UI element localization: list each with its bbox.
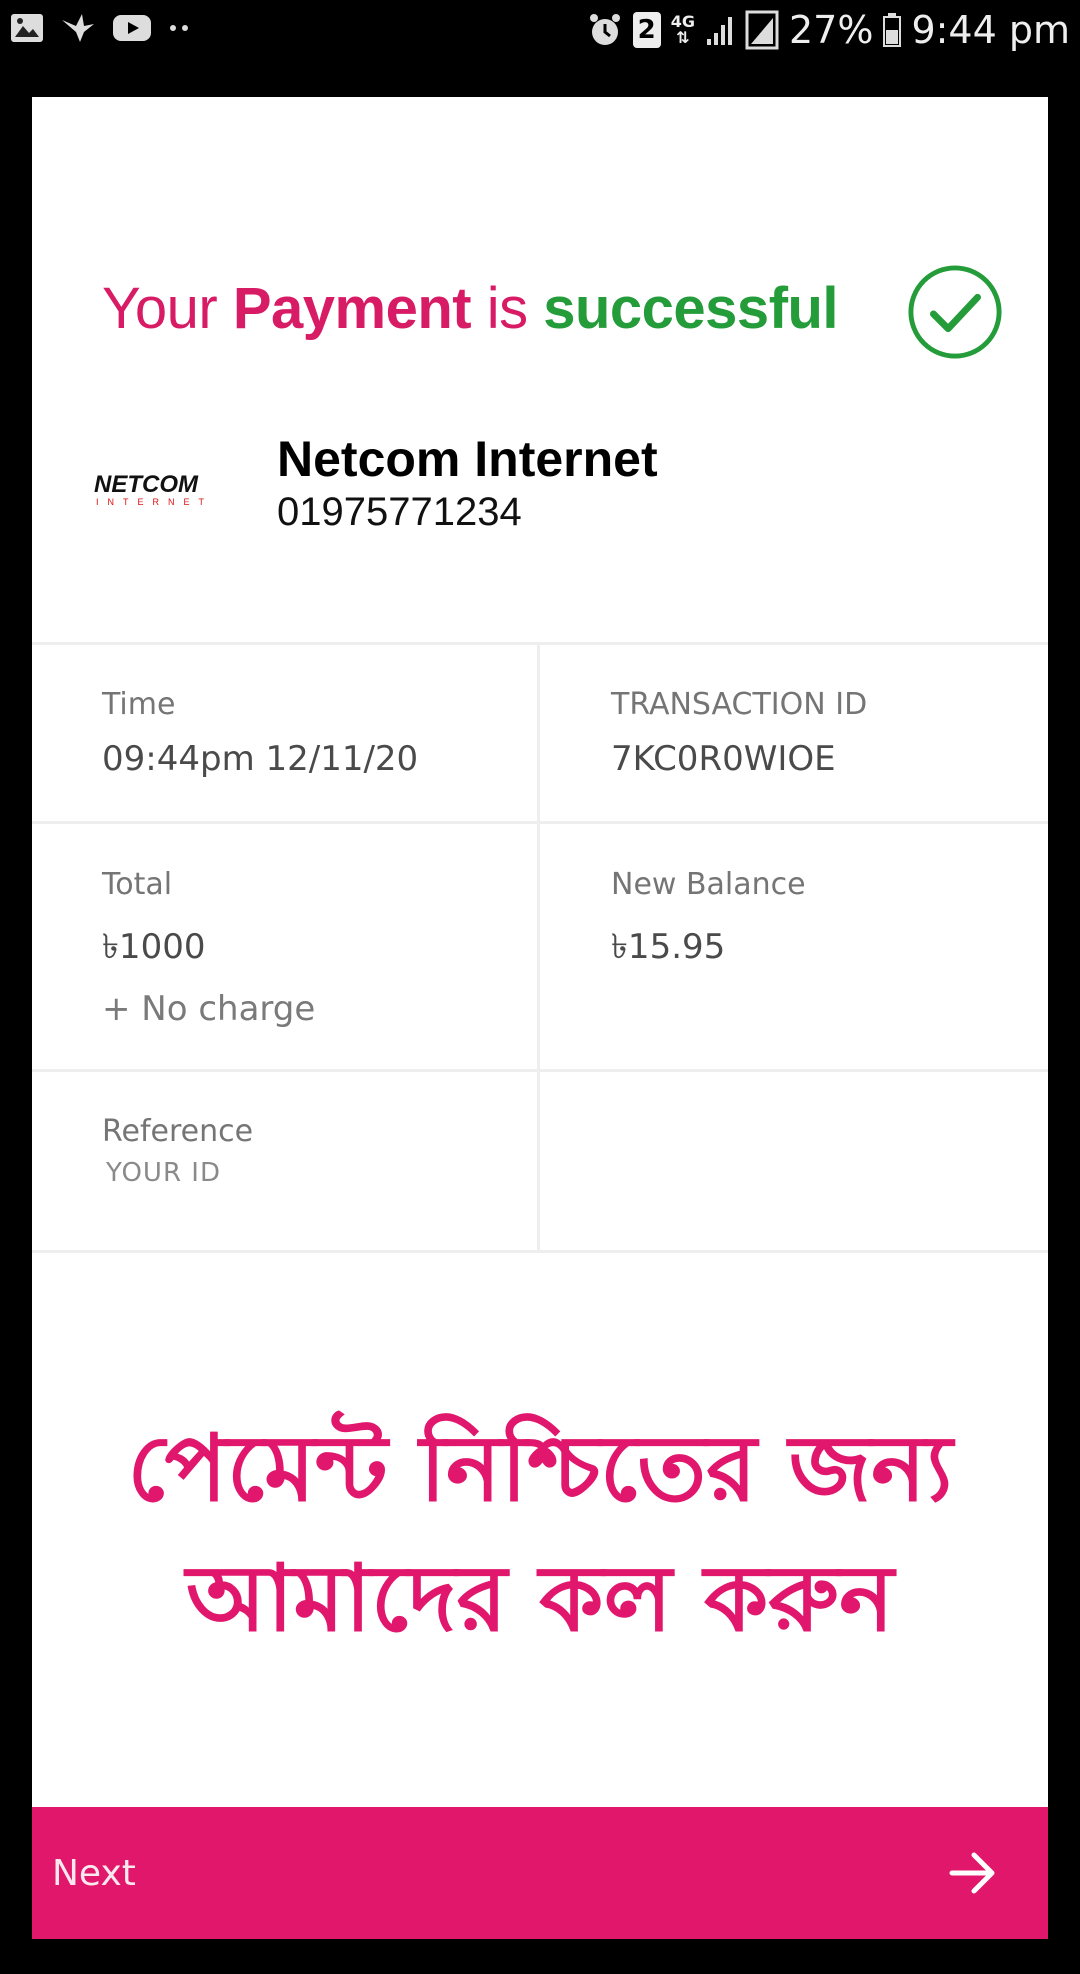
- gallery-icon: [11, 14, 43, 42]
- battery-percent: 27%: [788, 8, 874, 52]
- time-value: 09:44pm 12/11/20: [102, 739, 419, 779]
- more-dots-icon: [170, 25, 188, 31]
- merchant-name: Netcom Internet: [277, 431, 658, 487]
- headline-successful: successful: [543, 276, 839, 341]
- total-label: Total: [102, 867, 173, 902]
- payment-success-headline: Your Payment is successful: [102, 275, 839, 342]
- success-check-icon: [908, 265, 1002, 359]
- signal-icon: [706, 17, 732, 45]
- logo-subtext: INTERNET: [96, 497, 213, 507]
- status-bar-right: 2 4G ⇅ 27% 9:44 pm: [587, 8, 1070, 52]
- next-button[interactable]: Next: [32, 1807, 1048, 1939]
- status-bar-left: [10, 12, 192, 44]
- signal-box-icon: [745, 10, 779, 50]
- charge-text: + No charge: [102, 989, 316, 1029]
- sim-badge: 2: [632, 12, 661, 48]
- reference-label: Reference: [102, 1114, 254, 1149]
- divider: [32, 821, 1048, 824]
- network-type: 4G ⇅: [670, 12, 695, 47]
- notice-line-2: আমাদের কল করুন: [186, 1545, 894, 1652]
- new-balance-label: New Balance: [611, 867, 806, 902]
- alarm-icon: [589, 14, 620, 45]
- headline-your: Your: [102, 276, 233, 341]
- battery-icon: [883, 13, 902, 47]
- youtube-icon: [113, 15, 151, 41]
- status-time: 9:44 pm: [911, 8, 1070, 52]
- transaction-id-label: TRANSACTION ID: [611, 687, 868, 722]
- logo-text: NETCOM: [94, 471, 199, 498]
- payment-receipt-card: Your Payment is successful NETCOM INTERN…: [32, 97, 1048, 1807]
- status-bar: 2 4G ⇅ 27% 9:44 pm: [0, 0, 1080, 66]
- transaction-id-value: 7KC0R0WIOE: [611, 739, 836, 779]
- divider: [32, 642, 1048, 645]
- divider: [32, 1250, 1048, 1253]
- merchant-phone: 01975771234: [277, 490, 522, 534]
- next-button-label: Next: [52, 1853, 136, 1894]
- time-label: Time: [102, 687, 176, 722]
- column-divider: [537, 642, 540, 1253]
- reference-value: YOUR ID: [106, 1158, 221, 1188]
- bird-icon: [62, 14, 94, 42]
- arrow-right-icon: [949, 1852, 995, 1894]
- divider: [32, 1069, 1048, 1072]
- headline-is: is: [471, 276, 544, 341]
- netcom-logo: NETCOM INTERNET: [94, 471, 213, 507]
- total-value: ৳1000: [102, 927, 206, 967]
- headline-payment: Payment: [232, 276, 472, 341]
- new-balance-value: ৳15.95: [611, 927, 726, 967]
